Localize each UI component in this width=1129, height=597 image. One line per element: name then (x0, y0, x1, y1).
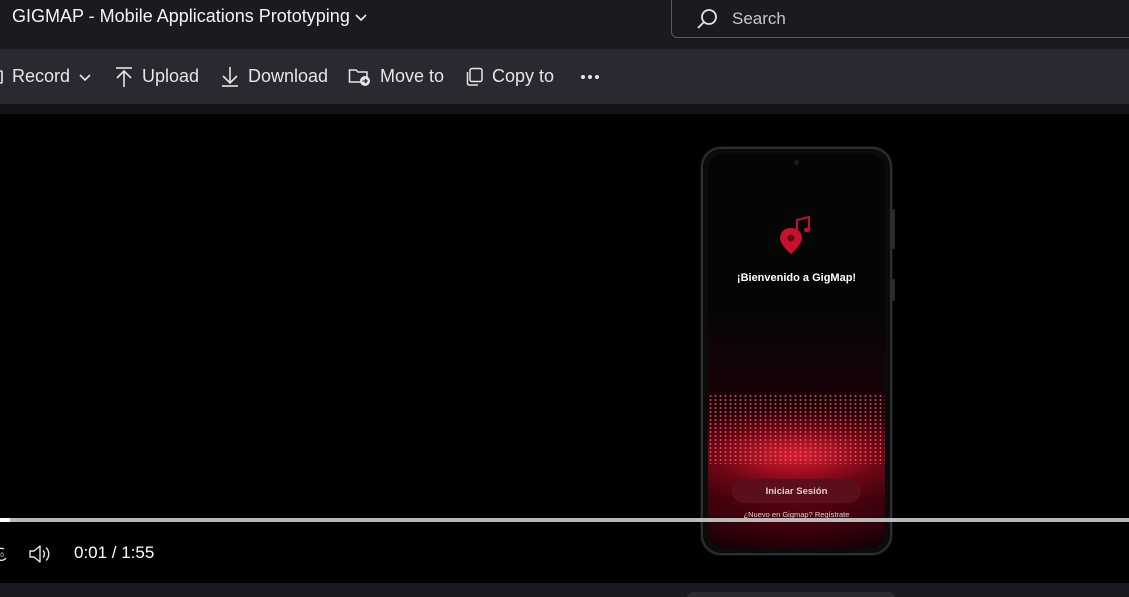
move-to-label: Move to (380, 66, 445, 86)
chevron-down-icon (355, 13, 367, 21)
search-placeholder: Search (732, 8, 786, 28)
copy-to-label: Copy to (492, 66, 555, 86)
download-label: Download (248, 66, 329, 86)
toolbar-divider (0, 104, 1129, 114)
more-icon (581, 74, 599, 79)
copy-to-button[interactable]: Copy to (464, 49, 554, 104)
record-icon (0, 69, 3, 84)
command-bar: Record Upload Download Move to Copy to (0, 49, 1129, 104)
file-title-button[interactable]: GIGMAP - Mobile Applications Prototyping (12, 6, 368, 27)
more-options-button[interactable] (580, 49, 600, 104)
time-display: 0:01 / 1:55 (74, 543, 155, 562)
folder-move-icon (348, 68, 370, 86)
progress-bar[interactable] (0, 518, 1129, 522)
phone-side-button (892, 209, 895, 249)
chevron-down-icon (79, 73, 91, 81)
bottom-panel (0, 583, 1129, 597)
phone-mockup: ¡Bienvenido a GigMap! Iniciar Sesión ¿Nu… (701, 147, 895, 555)
rewind-icon[interactable]: 10 (0, 546, 8, 562)
record-button[interactable]: Record (0, 49, 92, 104)
camera-dot (794, 160, 799, 165)
video-player[interactable]: ¡Bienvenido a GigMap! Iniciar Sesión ¿Nu… (0, 114, 1129, 583)
volume-icon[interactable] (28, 544, 52, 564)
title-bar: GIGMAP - Mobile Applications Prototyping… (0, 0, 1129, 48)
search-icon (697, 8, 717, 29)
copy-icon (466, 67, 483, 86)
upload-button[interactable]: Upload (114, 49, 199, 104)
concert-lights (708, 394, 885, 464)
move-to-button[interactable]: Move to (348, 49, 444, 104)
download-button[interactable]: Download (220, 49, 328, 104)
gigmap-logo-icon (780, 216, 810, 254)
login-button: Iniciar Sesión (732, 479, 861, 503)
search-box[interactable]: Search (671, 0, 1129, 38)
record-label: Record (12, 66, 71, 86)
phone-side-button (892, 279, 895, 301)
player-controls: 10 0:01 / 1:55 (0, 534, 1129, 574)
upload-label: Upload (142, 66, 200, 86)
svg-text:10: 10 (0, 553, 4, 559)
phone-screen: ¡Bienvenido a GigMap! Iniciar Sesión ¿Nu… (708, 154, 885, 548)
download-icon (222, 66, 238, 87)
bottom-tab[interactable] (686, 592, 896, 597)
progress-fill (0, 518, 10, 522)
upload-icon (116, 66, 132, 87)
welcome-heading: ¡Bienvenido a GigMap! (736, 272, 857, 284)
file-title: GIGMAP - Mobile Applications Prototyping (12, 6, 350, 26)
